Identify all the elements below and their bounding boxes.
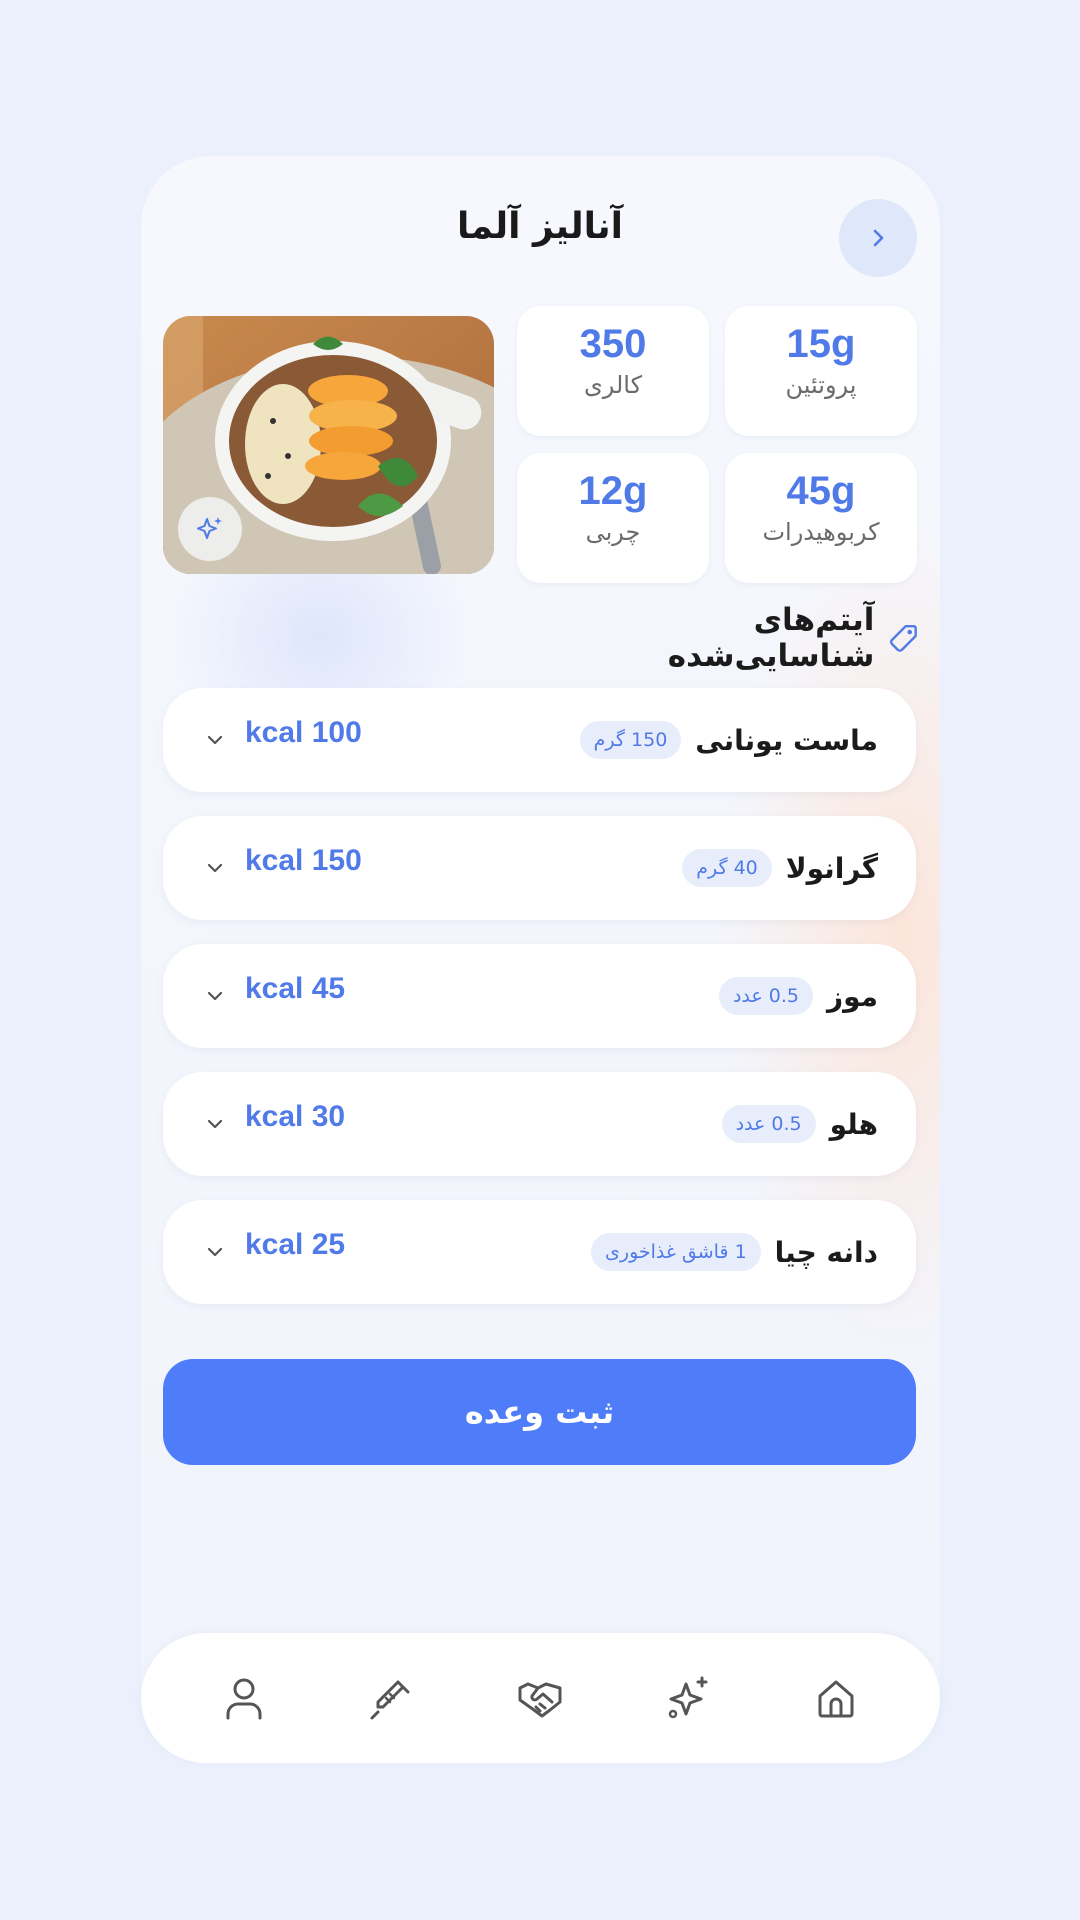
item-kcal: kcal 150 (245, 844, 362, 877)
food-item[interactable]: kcal 25 دانه چیا 1 قاشق غذاخوری (163, 1200, 916, 1304)
tag-icon (890, 624, 918, 652)
section-title: آیتم‌های شناسایی‌شده (667, 602, 875, 674)
stat-fat: 12g چربی (517, 453, 709, 583)
item-quantity-badge: 0.5 عدد (718, 977, 813, 1015)
stat-label: کربوهیدرات (762, 518, 880, 546)
chevron-down-icon[interactable] (203, 728, 227, 752)
page-title: آنالیز آلما (456, 206, 624, 247)
stat-protein: 15g پروتئین (725, 306, 917, 436)
item-quantity-badge: 1 قاشق غذاخوری (591, 1233, 761, 1271)
item-name: ماست یونانی (695, 723, 878, 757)
stat-value: 350 (579, 322, 647, 366)
stat-carbs: 45g کربوهیدرات (725, 453, 917, 583)
stat-calories: 350 کالری (517, 306, 709, 436)
item-quantity-badge: 40 گرم (682, 849, 772, 887)
sparkle-icon (197, 517, 222, 539)
item-kcal: kcal 30 (245, 1100, 346, 1133)
handshake-icon (518, 1682, 562, 1718)
chevron-down-icon[interactable] (203, 1112, 227, 1136)
item-kcal: kcal 45 (245, 972, 346, 1005)
nav-handshake[interactable] (516, 1674, 564, 1722)
nav-profile[interactable] (220, 1674, 268, 1722)
section-header: آیتم‌های شناسایی‌شده (540, 602, 922, 674)
home-icon (818, 1680, 854, 1718)
stat-value: 15g (786, 322, 856, 366)
stat-value: 45g (786, 469, 856, 513)
item-quantity-badge: 150 گرم (579, 721, 682, 759)
item-quantity-badge: 0.5 عدد (721, 1105, 816, 1143)
nav-home[interactable] (812, 1674, 860, 1722)
back-button[interactable] (839, 199, 917, 277)
item-name: موز (826, 979, 878, 1013)
submit-meal-button[interactable]: ثبت وعده (163, 1359, 916, 1465)
food-item[interactable]: kcal 45 موز 0.5 عدد (163, 944, 916, 1048)
syringe-icon (370, 1680, 410, 1720)
nav-syringe[interactable] (368, 1674, 416, 1722)
chevron-down-icon[interactable] (203, 856, 227, 880)
magic-edit-button[interactable] (178, 497, 242, 561)
stat-value: 12g (578, 469, 648, 513)
food-item[interactable]: kcal 150 گرانولا 40 گرم (163, 816, 916, 920)
item-name: گرانولا (785, 851, 878, 885)
bottom-nav (141, 1633, 940, 1763)
stat-label: چربی (585, 518, 641, 546)
food-item[interactable]: kcal 30 هلو 0.5 عدد (163, 1072, 916, 1176)
sparkles-icon (668, 1676, 708, 1719)
item-name: دانه چیا (774, 1235, 878, 1269)
user-icon (226, 1678, 262, 1720)
stat-label: پروتئین (785, 371, 857, 399)
item-kcal: kcal 25 (245, 1228, 346, 1261)
item-kcal: kcal 100 (245, 716, 362, 749)
stat-label: کالری (583, 371, 643, 399)
chevron-down-icon[interactable] (203, 984, 227, 1008)
nav-ai[interactable] (664, 1674, 712, 1722)
chevron-right-icon (873, 229, 884, 247)
food-item[interactable]: kcal 100 ماست یونانی 150 گرم (163, 688, 916, 792)
chevron-down-icon[interactable] (203, 1240, 227, 1264)
item-name: هلو (829, 1107, 878, 1141)
